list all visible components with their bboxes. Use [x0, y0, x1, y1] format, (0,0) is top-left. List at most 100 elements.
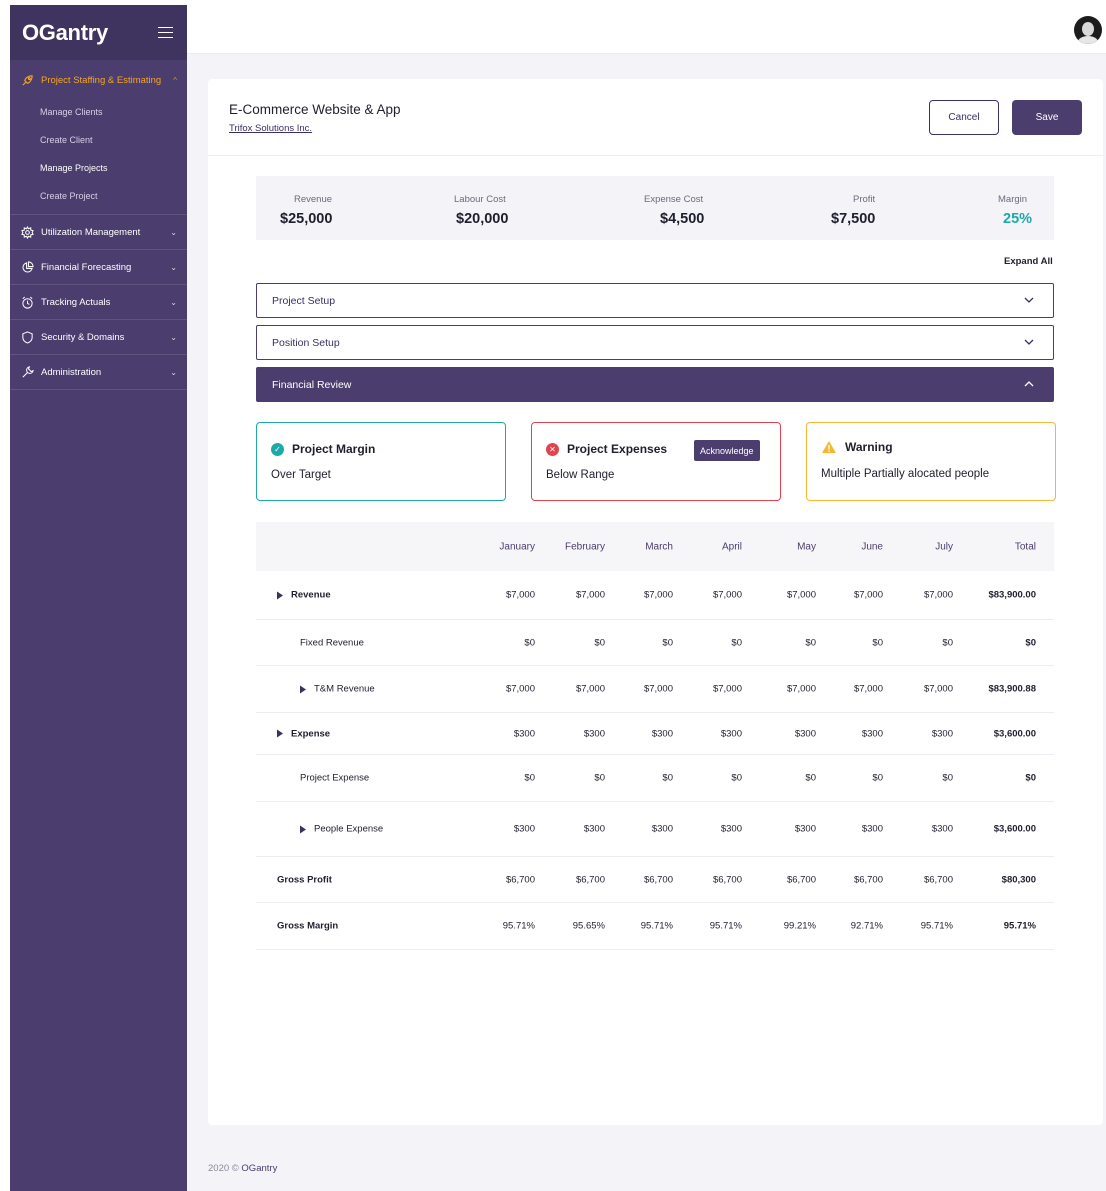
accordion-financial-review[interactable]: Financial Review [256, 367, 1054, 402]
sidebar-item-manage-clients[interactable]: Manage Clients [40, 98, 187, 126]
row-value-cell: $7,000 [786, 589, 816, 601]
sidebar-item-project-staffing[interactable]: Project Staffing & Estimating ^ [10, 62, 187, 98]
footer-brand-link[interactable]: OGantry [241, 1163, 277, 1174]
row-value-cell: $300 [931, 728, 953, 739]
row-value-cell: $0 [731, 637, 742, 648]
row-value-cell: $0 [594, 772, 605, 784]
row-total-cell: $3,600.00 [993, 823, 1036, 835]
expand-triangle-icon[interactable] [277, 591, 283, 599]
sidebar-item-create-client[interactable]: Create Client [40, 126, 187, 154]
sidebar-item-label: Tracking Actuals [41, 296, 111, 308]
sidebar-item-label: Utilization Management [41, 226, 141, 238]
sidebar-item-tracking-actuals[interactable]: Tracking Actuals ⌄ [10, 285, 187, 319]
client-link[interactable]: Trifox Solutions Inc. [229, 123, 312, 134]
sidebar-item-security[interactable]: Security & Domains ⌄ [10, 320, 187, 354]
sidebar-item-label: Financial Forecasting [41, 261, 132, 273]
expand-triangle-icon[interactable] [300, 825, 306, 833]
row-value-cell: $7,000 [712, 589, 742, 601]
row-value-cell: $300 [720, 823, 742, 835]
row-value-cell: $0 [594, 637, 605, 648]
nav-group-financial-forecasting: Financial Forecasting ⌄ [10, 250, 187, 285]
row-value-cell: 95.65% [572, 920, 605, 932]
cancel-button[interactable]: Cancel [929, 100, 999, 135]
table-row: Project Expense $0 $0 $0 $0 $0 $0 $0 $0 [256, 755, 1054, 802]
wrench-icon [20, 365, 34, 379]
summary-margin: Margin 25% [996, 176, 1056, 240]
row-value-cell: $300 [513, 823, 535, 835]
alert-title-text: Warning [845, 440, 893, 454]
row-value-cell: $6,700 [712, 874, 742, 885]
row-total-cell: $83,900.88 [988, 683, 1036, 695]
row-label-text: Gross Margin [277, 920, 339, 932]
row-value-cell: 99.21% [783, 920, 816, 932]
chevron-down-icon [1024, 339, 1034, 345]
column-header-total: Total [1014, 541, 1036, 552]
sidebar-item-financial-forecasting[interactable]: Financial Forecasting ⌄ [10, 250, 187, 284]
alert-title-text: Project Margin [292, 442, 376, 456]
row-value-cell: $7,000 [643, 683, 673, 695]
expand-triangle-icon[interactable] [300, 685, 306, 693]
nav-group-utilization: Utilization Management ⌄ [10, 215, 187, 250]
row-value-cell: $7,000 [853, 683, 883, 695]
row-value-cell: $0 [805, 637, 816, 648]
accordion-position-setup[interactable]: Position Setup [256, 325, 1054, 360]
row-label: Project Expense [300, 773, 369, 784]
sidebar-item-label: Administration [41, 366, 102, 378]
app-logo[interactable]: OGantry [22, 20, 108, 46]
row-label: Gross Margin [277, 921, 338, 932]
row-value-cell: $300 [720, 728, 742, 739]
chevron-down-icon: ⌄ [170, 367, 177, 377]
column-header-february: February [564, 541, 605, 552]
row-value-cell: 95.71% [920, 920, 953, 932]
page-title: E-Commerce Website & App [229, 102, 401, 117]
summary-label: Margin [998, 194, 1028, 205]
accordion-project-setup[interactable]: Project Setup [256, 283, 1054, 318]
nav-group-tracking-actuals: Tracking Actuals ⌄ [10, 285, 187, 320]
copyright-text: 2020 © [208, 1163, 239, 1174]
row-label-text: Project Expense [300, 772, 370, 784]
sidebar-item-utilization[interactable]: Utilization Management ⌄ [10, 215, 187, 249]
row-value-cell: $300 [583, 823, 605, 835]
save-button[interactable]: Save [1012, 100, 1082, 135]
sidebar: OGantry Project Staffing & Estimating ^ … [10, 5, 187, 1191]
column-header-may: May [797, 541, 816, 552]
alarm-clock-icon [20, 295, 34, 309]
table-row: Fixed Revenue $0 $0 $0 $0 $0 $0 $0 $0 [256, 620, 1054, 666]
chevron-down-icon: ⌄ [170, 262, 177, 272]
expand-triangle-icon[interactable] [277, 729, 283, 738]
row-label: Gross Profit [277, 874, 332, 885]
alert-body: Over Target [271, 469, 331, 481]
row-value-cell: $300 [931, 823, 953, 835]
row-value-cell: $6,700 [505, 874, 535, 885]
row-value-cell: $7,000 [575, 683, 605, 695]
menu-icon[interactable] [158, 26, 173, 39]
sidebar-item-manage-projects[interactable]: Manage Projects [40, 154, 187, 182]
card-header: E-Commerce Website & App Trifox Solution… [208, 79, 1103, 156]
expand-all-link[interactable]: Expand All [1004, 256, 1053, 267]
alert-title: Warning [821, 440, 893, 454]
row-value-cell: 95.71% [502, 920, 535, 932]
row-label-text: Gross Profit [277, 874, 332, 885]
row-label: Revenue [277, 590, 331, 601]
sidebar-header: OGantry [10, 5, 187, 60]
summary-value: $25,000 [280, 211, 333, 227]
sidebar-item-create-project[interactable]: Create Project [40, 182, 187, 210]
avatar[interactable] [1074, 16, 1102, 44]
summary-value: $7,500 [831, 211, 876, 227]
row-value-cell: $0 [662, 637, 673, 648]
sidebar-item-administration[interactable]: Administration ⌄ [10, 355, 187, 389]
shield-icon [20, 330, 34, 344]
nav-group-administration: Administration ⌄ [10, 355, 187, 390]
summary-value: $20,000 [456, 211, 509, 227]
summary-profit: Profit $7,500 [831, 176, 931, 240]
summary-label: Expense Cost [644, 194, 704, 205]
error-circle-icon: ✕ [546, 442, 559, 456]
row-value-cell: $300 [794, 728, 816, 739]
row-value-cell: $300 [583, 728, 605, 739]
row-value-cell: $300 [513, 728, 535, 739]
financial-table: January February March April May June Ju… [256, 522, 1054, 950]
table-row: Gross Margin 95.71% 95.65% 95.71% 95.71% 99.2… [256, 903, 1054, 950]
pie-chart-icon [20, 260, 34, 274]
acknowledge-button[interactable]: Acknowledge [694, 440, 760, 461]
row-total-cell: 95.71% [1003, 920, 1036, 932]
